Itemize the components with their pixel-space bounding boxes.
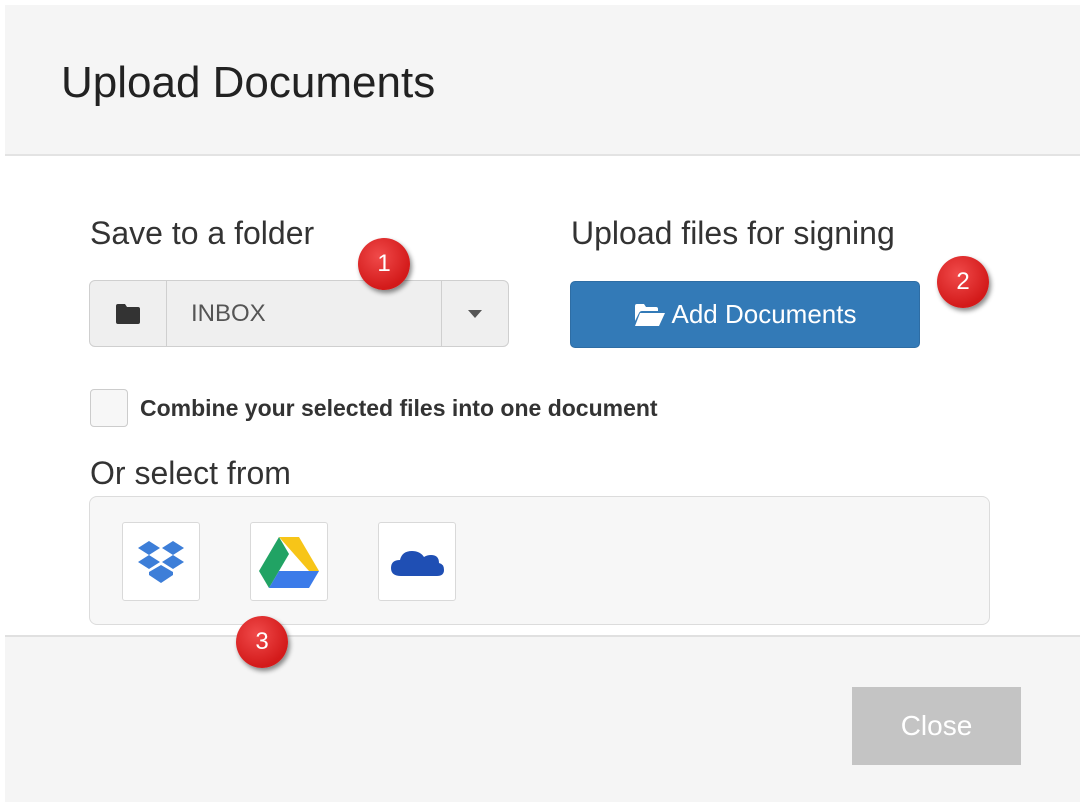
- combine-checkbox[interactable]: [90, 389, 128, 427]
- dialog-title: Upload Documents: [61, 58, 436, 107]
- add-documents-label: Add Documents: [671, 299, 857, 329]
- dialog-header: Upload Documents: [5, 5, 1080, 156]
- google-drive-icon: [258, 535, 320, 589]
- dropbox-icon: [136, 538, 186, 586]
- callout-badge-2: 2: [937, 256, 989, 308]
- callout-badge-3: 3: [236, 616, 288, 668]
- callout-badge-1: 1: [358, 238, 410, 290]
- cloud-sources-panel: [89, 496, 990, 625]
- onedrive-icon: [389, 546, 445, 578]
- folder-select[interactable]: INBOX: [89, 280, 509, 347]
- caret-down-icon[interactable]: [441, 281, 508, 346]
- combine-checkbox-label[interactable]: Combine your selected files into one doc…: [140, 394, 658, 422]
- close-button[interactable]: Close: [852, 687, 1021, 765]
- save-folder-label: Save to a folder: [90, 215, 315, 251]
- folder-open-icon: [634, 303, 666, 327]
- dropbox-button[interactable]: [122, 522, 200, 601]
- onedrive-button[interactable]: [378, 522, 456, 601]
- folder-icon: [90, 281, 167, 346]
- google-drive-button[interactable]: [250, 522, 328, 601]
- upload-files-label: Upload files for signing: [571, 215, 895, 251]
- select-from-label: Or select from: [90, 455, 291, 491]
- folder-select-value: INBOX: [191, 299, 266, 327]
- add-documents-button[interactable]: Add Documents: [570, 281, 920, 348]
